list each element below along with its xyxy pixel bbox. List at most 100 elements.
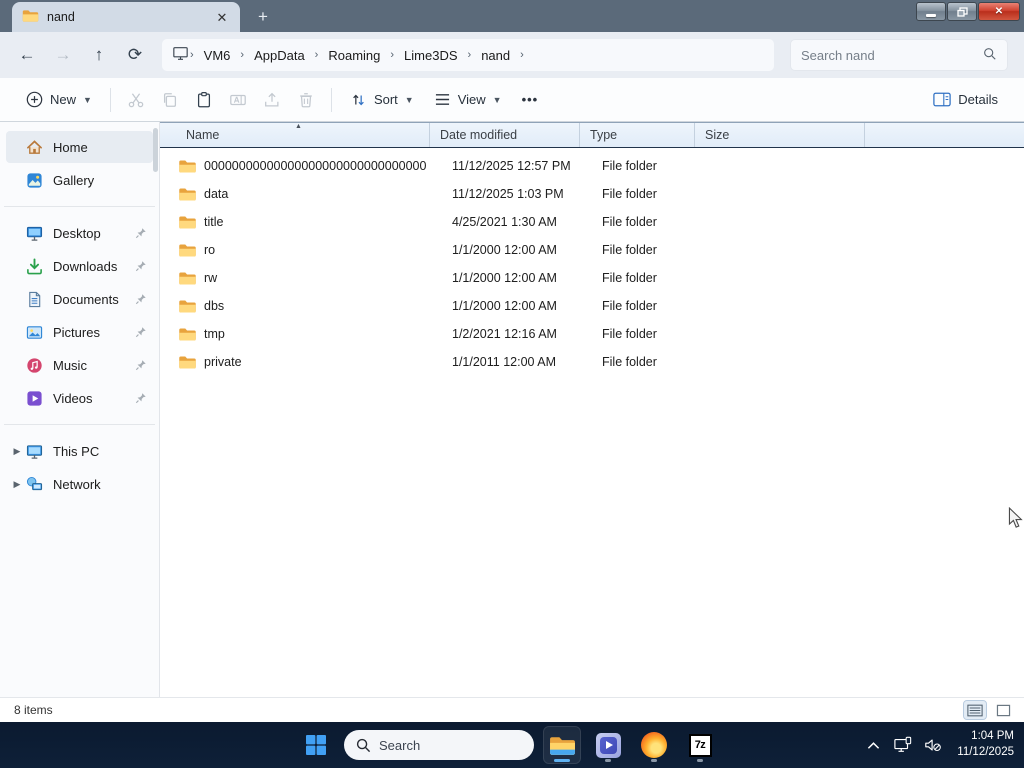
file-date-modified: 1/1/2011 12:00 AM bbox=[452, 355, 557, 369]
file-row[interactable]: rw 1/1/2000 12:00 AM File folder bbox=[160, 264, 1024, 292]
column-header-type[interactable]: Type bbox=[580, 123, 695, 147]
network-status-button[interactable] bbox=[891, 733, 915, 757]
taskbar-search[interactable]: Search bbox=[344, 730, 534, 760]
taskbar-media-player[interactable] bbox=[590, 727, 626, 763]
column-header-size[interactable]: Size bbox=[695, 123, 865, 147]
paste-button[interactable] bbox=[187, 84, 221, 116]
mouse-cursor bbox=[1008, 506, 1023, 532]
file-name: private bbox=[204, 355, 242, 369]
chevron-up-icon bbox=[867, 741, 879, 749]
sidebar-item-desktop[interactable]: Desktop bbox=[6, 217, 153, 249]
running-app-indicator bbox=[697, 759, 703, 762]
sidebar-item-music[interactable]: Music bbox=[6, 349, 153, 381]
windows-logo-icon bbox=[306, 735, 326, 755]
tab-close-icon[interactable]: ✕ bbox=[212, 7, 232, 27]
file-type: File folder bbox=[602, 327, 657, 341]
sidebar-item-gallery[interactable]: Gallery bbox=[6, 164, 153, 196]
file-list: 00000000000000000000000000000000 11/12/2… bbox=[160, 148, 1024, 697]
file-row[interactable]: 00000000000000000000000000000000 11/12/2… bbox=[160, 152, 1024, 180]
taskbar-7zip[interactable]: 7z bbox=[682, 727, 718, 763]
folder-icon bbox=[178, 299, 198, 314]
chevron-right-icon[interactable]: ▶ bbox=[10, 446, 24, 457]
clock-time: 1:04 PM bbox=[971, 730, 1014, 743]
tab-title: nand bbox=[47, 10, 75, 24]
volume-button[interactable] bbox=[921, 733, 945, 757]
maximize-button[interactable] bbox=[947, 2, 977, 21]
folder-icon bbox=[178, 215, 198, 230]
delete-button[interactable] bbox=[289, 84, 323, 116]
breadcrumb-chevron-icon[interactable]: › bbox=[519, 49, 525, 61]
search-box[interactable]: Search nand bbox=[790, 39, 1008, 71]
copy-icon bbox=[163, 92, 176, 107]
file-date-modified: 1/1/2000 12:00 AM bbox=[452, 243, 557, 257]
chevron-right-icon[interactable]: ▶ bbox=[10, 479, 24, 490]
rename-button[interactable] bbox=[221, 84, 255, 116]
large-icons-view-toggle[interactable] bbox=[992, 701, 1014, 719]
up-button[interactable]: ↑ bbox=[82, 39, 116, 71]
item-count: 8 items bbox=[14, 703, 53, 717]
close-button[interactable]: ✕ bbox=[978, 2, 1020, 21]
copy-button[interactable] bbox=[153, 84, 187, 116]
sidebar-item-label: Music bbox=[53, 357, 87, 373]
explorer-tab[interactable]: nand ✕ bbox=[12, 2, 240, 32]
music-icon bbox=[26, 357, 43, 374]
pin-icon bbox=[135, 227, 147, 239]
sidebar-item-pictures[interactable]: Pictures bbox=[6, 316, 153, 348]
sidebar-scrollbar[interactable] bbox=[153, 128, 158, 172]
sidebar-item-this-pc[interactable]: ▶ This PC bbox=[6, 435, 153, 467]
home-icon bbox=[26, 139, 43, 156]
sidebar-item-videos[interactable]: Videos bbox=[6, 382, 153, 414]
details-view-toggle[interactable] bbox=[963, 700, 987, 720]
breadcrumb-segment[interactable]: VM6 bbox=[195, 48, 240, 63]
taskbar-firefox[interactable] bbox=[636, 727, 672, 763]
sidebar-item-network[interactable]: ▶ Network bbox=[6, 468, 153, 500]
file-row[interactable]: ro 1/1/2000 12:00 AM File folder bbox=[160, 236, 1024, 264]
more-options-button[interactable]: ••• bbox=[512, 86, 549, 113]
details-pane-button[interactable]: Details bbox=[923, 86, 1008, 113]
this-pc-icon bbox=[172, 46, 189, 64]
column-header-date-modified[interactable]: Date modified bbox=[430, 123, 580, 147]
file-explorer-icon bbox=[549, 736, 575, 755]
breadcrumb-segment[interactable]: Roaming bbox=[319, 48, 389, 63]
refresh-button[interactable]: ⟳ bbox=[118, 39, 152, 71]
sidebar-item-documents[interactable]: Documents bbox=[6, 283, 153, 315]
minimize-button[interactable] bbox=[916, 2, 946, 21]
breadcrumb-segment[interactable]: Lime3DS bbox=[395, 48, 466, 63]
sort-button[interactable]: Sort ▼ bbox=[340, 86, 424, 114]
paste-icon bbox=[197, 91, 210, 107]
file-row[interactable]: dbs 1/1/2000 12:00 AM File folder bbox=[160, 292, 1024, 320]
file-row[interactable]: title 4/25/2021 1:30 AM File folder bbox=[160, 208, 1024, 236]
breadcrumb-segment[interactable]: AppData bbox=[245, 48, 314, 63]
toolbar-divider bbox=[330, 87, 332, 112]
back-button[interactable]: ← bbox=[10, 39, 44, 71]
breadcrumb-segment[interactable]: nand bbox=[472, 48, 519, 63]
tray-chevron-button[interactable] bbox=[861, 733, 885, 757]
sidebar-item-downloads[interactable]: Downloads bbox=[6, 250, 153, 282]
file-row[interactable]: tmp 1/2/2021 12:16 AM File folder bbox=[160, 320, 1024, 348]
rename-icon bbox=[230, 94, 246, 105]
taskbar-file-explorer[interactable] bbox=[543, 726, 581, 764]
file-pane: Name Date modified Type Size ▲ 000000000… bbox=[160, 122, 1024, 697]
cut-button[interactable] bbox=[119, 84, 153, 116]
share-button[interactable] bbox=[255, 84, 289, 116]
sidebar-item-label: Gallery bbox=[53, 172, 95, 188]
clock-date: 11/12/2025 bbox=[957, 746, 1014, 758]
taskbar-clock[interactable]: 1:04 PM 11/12/2025 bbox=[957, 729, 1014, 760]
sidebar-item-label: Downloads bbox=[53, 258, 118, 274]
sort-icon bbox=[353, 94, 364, 105]
breadcrumb[interactable]: › VM6 › AppData › Roaming › Lime3DS › nand › bbox=[162, 39, 774, 71]
media-player-icon bbox=[595, 732, 621, 758]
folder-icon bbox=[178, 243, 198, 258]
sidebar-item-home[interactable]: Home bbox=[6, 131, 153, 163]
folder-icon bbox=[178, 271, 198, 286]
forward-button[interactable]: → bbox=[46, 39, 80, 71]
view-button[interactable]: View ▼ bbox=[424, 86, 512, 113]
new-button[interactable]: New ▼ bbox=[16, 85, 102, 114]
cut-icon bbox=[128, 92, 144, 107]
file-row[interactable]: data 11/12/2025 1:03 PM File folder bbox=[160, 180, 1024, 208]
window-controls: ✕ bbox=[916, 2, 1020, 21]
start-button[interactable] bbox=[298, 727, 334, 763]
new-tab-button[interactable]: + bbox=[250, 4, 276, 30]
file-date-modified: 11/12/2025 1:03 PM bbox=[452, 187, 564, 201]
file-row[interactable]: private 1/1/2011 12:00 AM File folder bbox=[160, 348, 1024, 376]
